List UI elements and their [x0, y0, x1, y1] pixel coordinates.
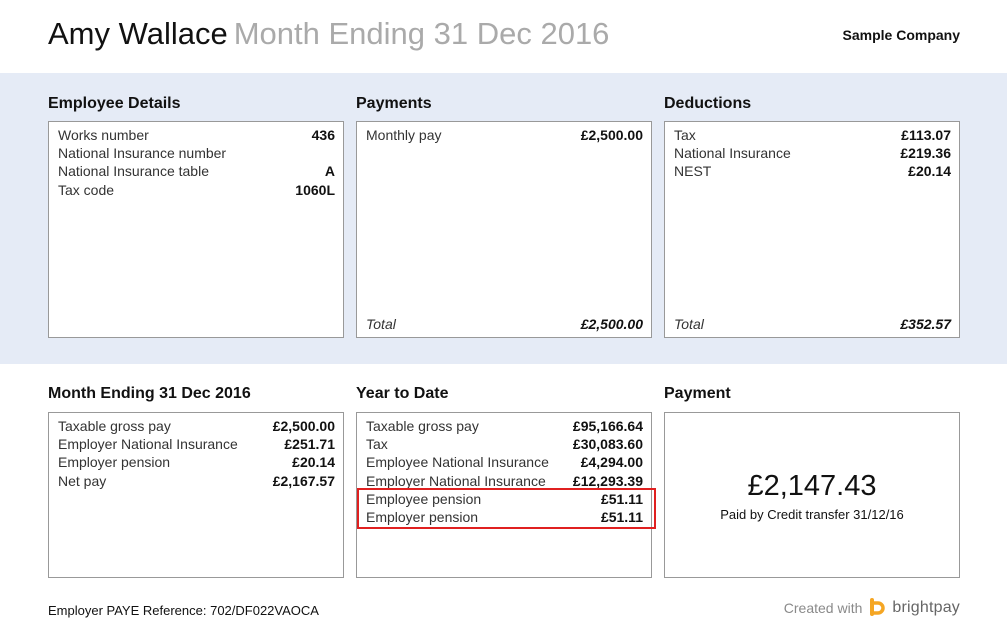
row-value: £251.71 [284, 436, 335, 453]
row-label: Net pay [58, 472, 107, 489]
row-value: £219.36 [900, 145, 951, 162]
brand-name: brightpay [892, 599, 960, 616]
brightpay-logo-icon [870, 598, 886, 616]
detail-row: Tax code 1060L [58, 181, 335, 199]
row-label: Monthly pay [366, 127, 442, 143]
row-label: Tax [674, 127, 696, 143]
pension-highlight-box [357, 488, 656, 529]
row-label: National Insurance number [58, 145, 227, 162]
payments-title: Payments [356, 95, 432, 112]
payment-method-note: Paid by Credit transfer 31/12/16 [720, 507, 904, 522]
row-value: 1060L [295, 181, 335, 198]
row-label: Tax [366, 436, 388, 453]
payslip-title: Amy Wallace Month Ending 31 Dec 2016 [48, 16, 609, 52]
row-value: £20.14 [292, 454, 335, 471]
deductions-title: Deductions [664, 95, 752, 112]
company-name: Sample Company [842, 27, 960, 43]
ytd-row: Tax £30,083.60 [366, 435, 643, 453]
row-label: National Insurance [674, 145, 791, 162]
detail-row: National Insurance number [58, 144, 335, 162]
employee-details-box: Works number 436 National Insurance numbe… [48, 121, 344, 338]
month-row: Taxable gross pay £2,500.00 [58, 417, 335, 435]
payment-row: Monthly pay £2,500.00 [366, 126, 643, 144]
total-value: £352.57 [900, 316, 951, 332]
row-label: Employer National Insurance [58, 436, 238, 453]
month-row: Employer National Insurance £251.71 [58, 435, 335, 453]
year-to-date-title: Year to Date [356, 385, 449, 402]
row-label: NEST [674, 163, 712, 180]
payments-total: Total £2,500.00 [366, 316, 643, 332]
row-label: Employee National Insurance [366, 454, 549, 471]
payment-box: £2,147.43 Paid by Credit transfer 31/12/… [664, 412, 960, 578]
row-label: Taxable gross pay [58, 418, 171, 434]
row-label: National Insurance table [58, 163, 209, 180]
payments-box: Monthly pay £2,500.00 Total £2,500.00 [356, 121, 652, 338]
detail-row: National Insurance table A [58, 162, 335, 180]
row-value: A [324, 163, 335, 180]
month-ending-box: Taxable gross pay £2,500.00 Employer Nati… [48, 412, 344, 578]
month-row: Net pay £2,167.57 [58, 472, 335, 490]
employer-paye-reference: Employer PAYE Reference: 702/DF022VAOCA [48, 603, 319, 618]
created-with-label: Created with [783, 600, 863, 616]
row-label: Employer pension [58, 454, 171, 471]
payslip-header: Amy Wallace Month Ending 31 Dec 2016 Samp… [0, 0, 1007, 73]
payment-title: Payment [664, 385, 731, 402]
row-value: 436 [311, 127, 335, 143]
ytd-row: Employee National Insurance £4,294.00 [366, 453, 643, 471]
row-value: £20.14 [908, 163, 951, 180]
total-label: Total [674, 316, 704, 332]
total-label: Total [366, 316, 396, 332]
row-label: Taxable gross pay [366, 418, 479, 434]
deduction-row: National Insurance £219.36 [674, 144, 951, 162]
month-ending-title: Month Ending 31 Dec 2016 [48, 385, 251, 402]
pay-period: Month Ending 31 Dec 2016 [233, 16, 610, 51]
row-value: £4,294.00 [580, 454, 643, 471]
row-label: Works number [58, 127, 149, 143]
row-label: Tax code [58, 181, 115, 198]
row-value: £95,166.64 [572, 418, 643, 434]
row-value: £2,500.00 [272, 418, 335, 434]
total-value: £2,500.00 [580, 316, 643, 332]
row-value: £30,083.60 [572, 436, 643, 453]
month-row: Employer pension £20.14 [58, 453, 335, 471]
employee-details-title: Employee Details [48, 95, 181, 112]
deductions-box: Tax £113.07 National Insurance £219.36 NES… [664, 121, 960, 338]
net-payment-amount: £2,147.43 [747, 470, 877, 502]
row-value: £2,500.00 [580, 127, 643, 143]
brand-footer: Created with brightpay [784, 597, 960, 619]
deduction-row: NEST £20.14 [674, 162, 951, 180]
detail-row: Works number 436 [58, 126, 335, 144]
ytd-row: Taxable gross pay £95,166.64 [366, 417, 643, 435]
employee-name: Amy Wallace [48, 16, 228, 51]
deductions-total: Total £352.57 [674, 316, 951, 332]
row-value: £113.07 [901, 127, 951, 143]
deduction-row: Tax £113.07 [674, 126, 951, 144]
row-value: £2,167.57 [272, 472, 335, 489]
